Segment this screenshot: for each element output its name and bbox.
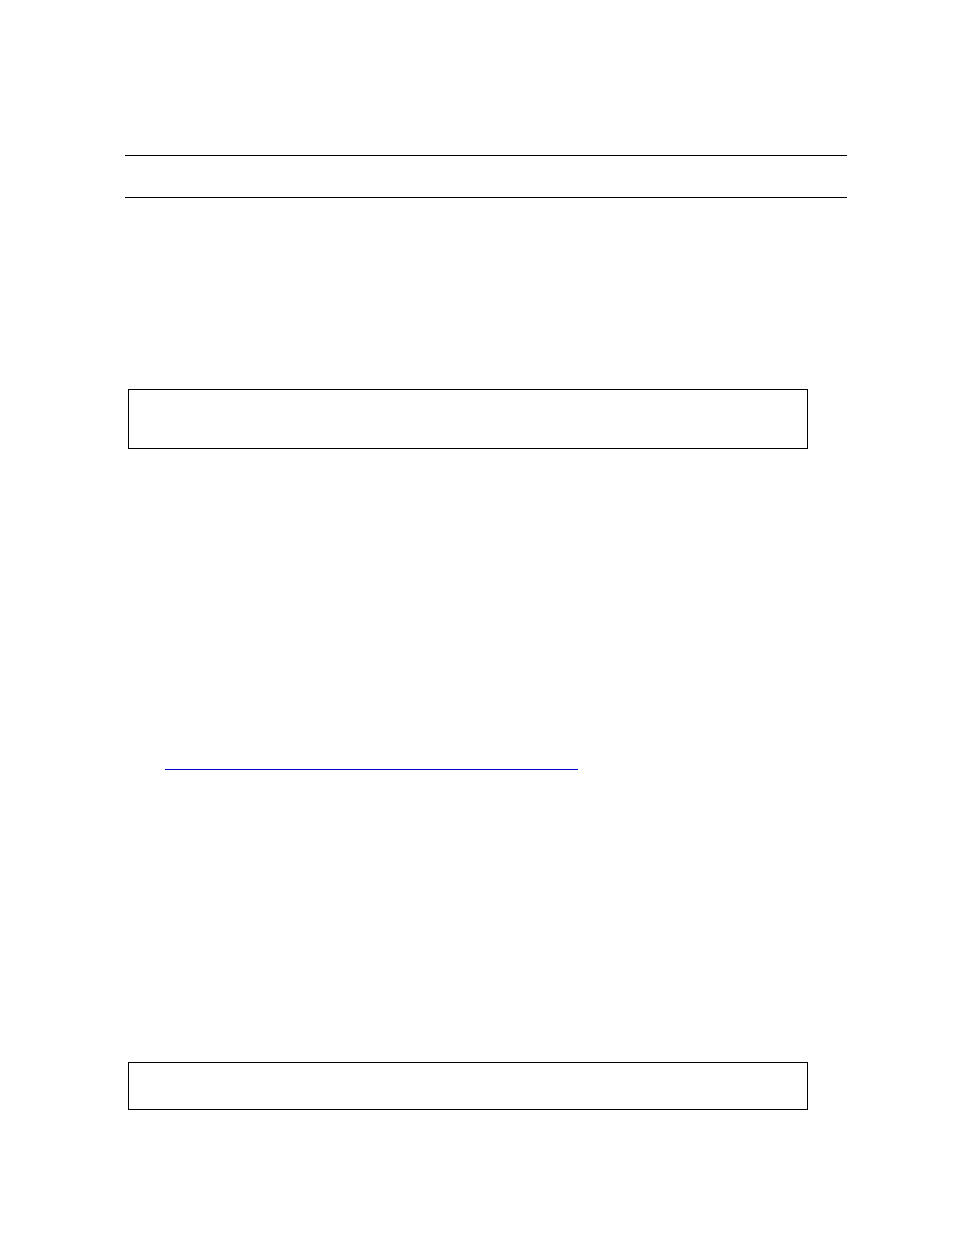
content-box xyxy=(128,1062,808,1110)
document-page xyxy=(0,0,954,1235)
horizontal-divider xyxy=(125,197,847,198)
horizontal-divider xyxy=(125,155,847,156)
link-underline xyxy=(165,769,578,770)
content-box xyxy=(128,389,808,449)
